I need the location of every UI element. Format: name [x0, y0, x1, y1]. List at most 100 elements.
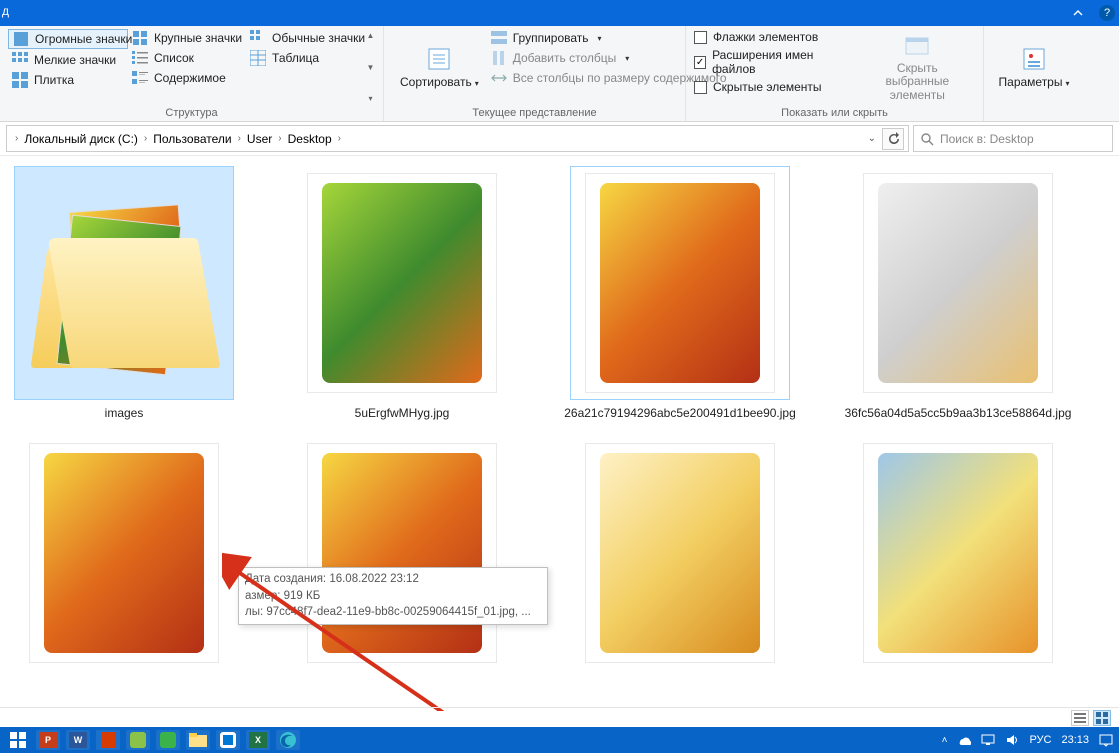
layout-medium-icons[interactable]: Обычные значки: [246, 29, 366, 47]
chevron-right-icon[interactable]: ›: [334, 133, 345, 144]
autosize-icon: [491, 70, 507, 86]
breadcrumb[interactable]: Пользователи: [151, 132, 233, 146]
file-tile[interactable]: [14, 436, 234, 670]
breadcrumb[interactable]: User: [245, 132, 274, 146]
layout-list[interactable]: Список: [128, 49, 246, 67]
layout-large-icons[interactable]: Крупные значки: [128, 29, 246, 47]
file-tile[interactable]: [570, 436, 790, 670]
check-label: Скрытые элементы: [713, 80, 822, 94]
huge-icons-icon: [13, 31, 29, 47]
options-icon: [1020, 45, 1048, 73]
layout-scroll-down[interactable]: ▼: [366, 63, 375, 72]
group-caption: Текущее представление: [392, 105, 677, 119]
language-indicator[interactable]: РУС: [1029, 734, 1051, 746]
explorer-icon: [189, 732, 207, 748]
layout-label: Мелкие значки: [34, 53, 116, 67]
add-columns-icon: [491, 50, 507, 66]
taskbar-app-excel[interactable]: X: [246, 730, 270, 750]
layout-tiles[interactable]: Плитка: [8, 71, 128, 89]
taskbar-app-word[interactable]: W: [66, 730, 90, 750]
options-button[interactable]: Параметры▾: [991, 29, 1078, 105]
taskbar: P W X ˄ РУС 23:13: [0, 727, 1119, 753]
start-button[interactable]: [6, 730, 30, 750]
layout-label: Содержимое: [154, 71, 226, 85]
breadcrumb[interactable]: Локальный диск (C:): [22, 132, 140, 146]
layout-huge-icons[interactable]: Огромные значки: [8, 29, 128, 49]
title-fragment: д: [2, 4, 9, 18]
image-thumbnail: [14, 436, 234, 670]
file-tile[interactable]: [848, 436, 1068, 670]
file-tile[interactable]: 26a21c79194296abc5e200491d1bee90.jpg: [570, 166, 790, 420]
taskbar-app-unknown-green2[interactable]: [156, 730, 180, 750]
layout-label: Список: [154, 51, 194, 65]
checkbox-icon: ✓: [694, 56, 706, 69]
check-hidden-items[interactable]: Скрытые элементы: [694, 79, 848, 95]
chevron-right-icon[interactable]: ›: [11, 133, 22, 144]
layout-label: Обычные значки: [272, 31, 365, 45]
addressbar-row: › Локальный диск (C:) › Пользователи › U…: [0, 122, 1119, 156]
tray-chevron-up[interactable]: ˄: [942, 735, 948, 746]
folder-tile-images[interactable]: images: [14, 166, 234, 420]
statusbar: [0, 707, 1119, 727]
ribbon-group-showhide: Флажки элементов ✓ Расширения имен файло…: [686, 26, 984, 121]
addressbar[interactable]: › Локальный диск (C:) › Пользователи › U…: [6, 125, 909, 152]
layout-label: Огромные значки: [35, 32, 132, 46]
history-dropdown[interactable]: ⌄: [868, 133, 876, 144]
tooltip-line: Дата создания: 16.08.2022 23:12: [245, 571, 541, 588]
view-details-button[interactable]: [1071, 710, 1089, 726]
refresh-icon: [886, 132, 900, 146]
layout-small-icons[interactable]: Мелкие значки: [8, 51, 128, 69]
tiles-icon: [12, 72, 28, 88]
file-tile[interactable]: [292, 436, 512, 670]
tooltip-line: азмер: 919 КБ: [245, 588, 541, 605]
network-icon[interactable]: [981, 733, 995, 747]
group-caption: Структура: [8, 105, 375, 119]
file-name: 36fc56a04d5a5cc5b9aa3b13ce58864d.jpg: [845, 406, 1072, 420]
check-item-checkboxes[interactable]: Флажки элементов: [694, 29, 848, 45]
chevron-right-icon[interactable]: ›: [140, 133, 151, 144]
file-name: 5uErgfwMHyg.jpg: [355, 406, 450, 420]
list-icon: [132, 50, 148, 66]
taskbar-app-unknown-green[interactable]: [126, 730, 150, 750]
chevron-right-icon[interactable]: ›: [234, 133, 245, 144]
layout-scroll-up[interactable]: ▲: [366, 31, 375, 40]
file-name: 26a21c79194296abc5e200491d1bee90.jpg: [564, 406, 796, 420]
onedrive-icon[interactable]: [957, 733, 971, 747]
ribbon-group-layout: Огромные значки Мелкие значки Плитка Кру…: [0, 26, 384, 121]
layout-content[interactable]: Содержимое: [128, 69, 246, 87]
ribbon-collapse-button[interactable]: [1063, 1, 1093, 25]
chevron-right-icon[interactable]: ›: [274, 133, 285, 144]
check-label: Флажки элементов: [713, 30, 818, 44]
edge-icon: [279, 731, 297, 749]
file-area[interactable]: images 5uErgfwMHyg.jpg 26a21c79194296abc…: [0, 156, 1119, 711]
titlebar: д ?: [0, 0, 1119, 26]
view-thumbnails-button[interactable]: [1093, 710, 1111, 726]
taskbar-app-explorer[interactable]: [186, 730, 210, 750]
layout-table[interactable]: Таблица: [246, 49, 366, 67]
taskbar-app-powerpoint[interactable]: P: [36, 730, 60, 750]
volume-icon[interactable]: [1005, 733, 1019, 747]
check-label: Расширения имен файлов: [712, 48, 848, 76]
table-icon: [250, 50, 266, 66]
help-button[interactable]: ?: [1099, 5, 1115, 21]
hide-selected-button[interactable]: Скрыть выбранные элементы: [860, 29, 975, 105]
layout-expand[interactable]: ▾: [366, 94, 375, 103]
taskbar-app-office[interactable]: [96, 730, 120, 750]
breadcrumb[interactable]: Desktop: [286, 132, 334, 146]
file-tile[interactable]: 5uErgfwMHyg.jpg: [292, 166, 512, 420]
file-tile[interactable]: 36fc56a04d5a5cc5b9aa3b13ce58864d.jpg: [848, 166, 1068, 420]
refresh-button[interactable]: [882, 128, 904, 150]
sort-button[interactable]: Сортировать▾: [392, 29, 487, 105]
notifications-icon[interactable]: [1099, 733, 1113, 747]
group-label: Группировать: [513, 31, 589, 45]
taskbar-app-edge[interactable]: [276, 730, 300, 750]
ribbon-group-options: Параметры▾: [984, 26, 1084, 121]
content-icon: [132, 70, 148, 86]
sort-icon: [425, 45, 453, 73]
taskbar-app-store[interactable]: [216, 730, 240, 750]
search-input[interactable]: Поиск в: Desktop: [913, 125, 1113, 152]
hide-label-1: Скрыть выбранные: [885, 61, 949, 88]
image-thumbnail: [848, 436, 1068, 670]
check-extensions[interactable]: ✓ Расширения имен файлов: [694, 47, 848, 77]
clock[interactable]: 23:13: [1061, 734, 1089, 746]
